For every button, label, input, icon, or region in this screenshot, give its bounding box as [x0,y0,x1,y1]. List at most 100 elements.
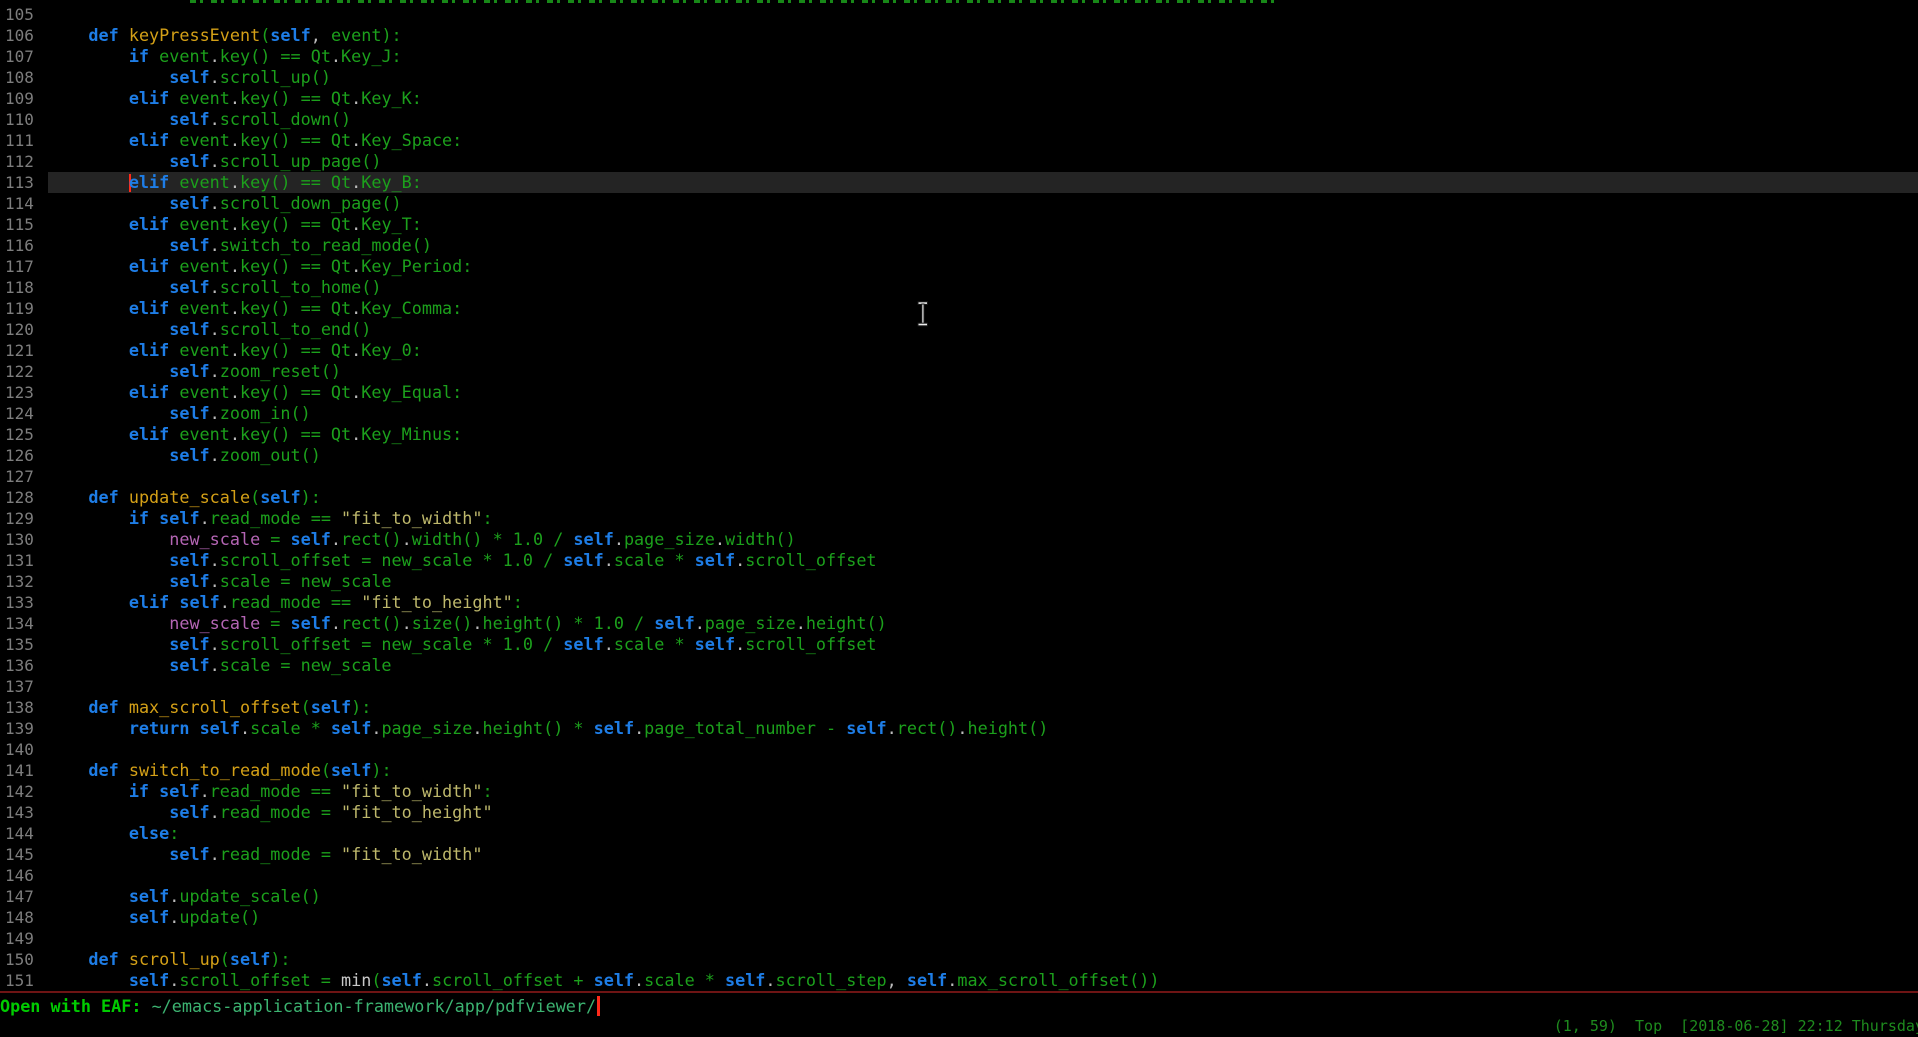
code-token: . [210,445,220,465]
code-token: scale * [614,634,695,654]
code-token: scroll_offset = new_scale * 1.0 / [220,634,564,654]
code-line[interactable]: 123 elif event.key() == Qt.Key_Equal: [0,382,1918,403]
code-line[interactable]: 126 self.zoom_out() [0,445,1918,466]
code-token: self [331,760,371,780]
code-line[interactable]: 149 [0,928,1918,949]
code-line[interactable]: 150 def scroll_up(self): [0,949,1918,970]
code-line[interactable]: 133 elif self.read_mode == "fit_to_heigh… [0,592,1918,613]
code-text: def switch_to_read_mode(self): [48,760,392,780]
code-token: elif [129,214,169,234]
code-text: self.scroll_down_page() [48,193,402,213]
code-token [48,886,129,906]
code-line[interactable]: 116 self.switch_to_read_mode() [0,235,1918,256]
code-token: if [129,46,149,66]
code-token: elif [129,382,169,402]
code-line[interactable]: 106 def keyPressEvent(self, event): [0,25,1918,46]
code-text: else: [48,823,179,843]
code-token: self [129,907,169,927]
code-token: . [371,718,381,738]
code-line[interactable]: 118 self.scroll_to_home() [0,277,1918,298]
code-line[interactable]: 112 self.scroll_up_page() [0,151,1918,172]
line-number: 145 [0,844,48,865]
code-line[interactable]: 138 def max_scroll_offset(self): [0,697,1918,718]
code-token: self [169,277,209,297]
code-token: self [260,487,300,507]
code-line[interactable]: 141 def switch_to_read_mode(self): [0,760,1918,781]
code-line[interactable]: 140 [0,739,1918,760]
code-token [48,487,88,507]
code-token [48,424,129,444]
code-line[interactable]: 131 self.scroll_offset = new_scale * 1.0… [0,550,1918,571]
code-editor-buffer[interactable]: 105106 def keyPressEvent(self, event):10… [0,4,1918,991]
code-token [48,781,129,801]
code-text: self.read_mode = "fit_to_height" [48,802,493,822]
code-line[interactable]: 121 elif event.key() == Qt.Key_0: [0,340,1918,361]
code-token: . [230,88,240,108]
line-number: 147 [0,886,48,907]
code-line[interactable]: 129 if self.read_mode == "fit_to_width": [0,508,1918,529]
minibuffer-input[interactable]: ~/emacs-application-framework/app/pdfvie… [152,996,597,1016]
code-token: height() * [483,718,594,738]
code-line[interactable]: 107 if event.key() == Qt.Key_J: [0,46,1918,67]
code-line[interactable]: 127 [0,466,1918,487]
code-line[interactable]: 117 elif event.key() == Qt.Key_Period: [0,256,1918,277]
code-line[interactable]: 110 self.scroll_down() [0,109,1918,130]
code-token: "fit_to_width" [341,781,482,801]
line-number: 127 [0,466,48,487]
code-line[interactable]: 124 self.zoom_in() [0,403,1918,424]
code-line[interactable]: 145 self.read_mode = "fit_to_width" [0,844,1918,865]
code-line[interactable]: 120 self.scroll_to_end() [0,319,1918,340]
code-line[interactable]: 134 new_scale = self.rect().size().heigh… [0,613,1918,634]
code-token: key() == Qt [240,340,351,360]
code-token: . [472,613,482,633]
code-token: : [482,508,492,528]
code-line-current[interactable]: 113 elif event.key() == Qt.Key_B: [0,172,1918,193]
code-token [48,718,129,738]
code-line[interactable]: 132 self.scale = new_scale [0,571,1918,592]
code-token: scroll_to_home() [220,277,382,297]
code-line[interactable]: 147 self.update_scale() [0,886,1918,907]
code-token: self [169,634,209,654]
code-token: "fit_to_height" [361,592,513,612]
code-line[interactable]: 111 elif event.key() == Qt.Key_Space: [0,130,1918,151]
code-line[interactable]: 105 [0,4,1918,25]
code-line[interactable]: 119 elif event.key() == Qt.Key_Comma: [0,298,1918,319]
code-token: max_scroll_offset [129,697,301,717]
code-token: self [169,403,209,423]
line-number: 107 [0,46,48,67]
code-token: . [695,613,705,633]
code-token: . [402,613,412,633]
code-line[interactable]: 108 self.scroll_up() [0,67,1918,88]
code-token: def [88,760,118,780]
code-line[interactable]: 144 else: [0,823,1918,844]
code-line[interactable]: 143 self.read_mode = "fit_to_height" [0,802,1918,823]
code-line[interactable]: 109 elif event.key() == Qt.Key_K: [0,88,1918,109]
code-line[interactable]: 146 [0,865,1918,886]
code-token: . [634,970,644,990]
code-token [48,550,169,570]
code-line[interactable]: 130 new_scale = self.rect().width() * 1.… [0,529,1918,550]
code-line[interactable]: 125 elif event.key() == Qt.Key_Minus: [0,424,1918,445]
code-line[interactable]: 142 if self.read_mode == "fit_to_width": [0,781,1918,802]
code-line[interactable]: 148 self.update() [0,907,1918,928]
line-number: 116 [0,235,48,256]
code-line[interactable]: 114 self.scroll_down_page() [0,193,1918,214]
code-token: ( [371,970,381,990]
code-token [48,760,88,780]
code-text: self.read_mode = "fit_to_width" [48,844,482,864]
code-line[interactable]: 139 return self.scale * self.page_size.h… [0,718,1918,739]
code-line[interactable]: 151 self.scroll_offset = min(self.scroll… [0,970,1918,991]
code-token: key() == Qt [240,424,351,444]
code-token: return [129,718,190,738]
code-line[interactable]: 128 def update_scale(self): [0,487,1918,508]
code-line[interactable]: 122 self.zoom_reset() [0,361,1918,382]
code-token: Key_J: [341,46,402,66]
code-line[interactable]: 135 self.scroll_offset = new_scale * 1.0… [0,634,1918,655]
code-token: . [351,298,361,318]
code-line[interactable]: 136 self.scale = new_scale [0,655,1918,676]
emacs-frame: { "theme": { "background": "#000000", "l… [0,0,1918,1037]
code-line[interactable]: 137 [0,676,1918,697]
code-line[interactable]: 115 elif event.key() == Qt.Key_T: [0,214,1918,235]
line-number: 125 [0,424,48,445]
code-token: . [210,46,220,66]
